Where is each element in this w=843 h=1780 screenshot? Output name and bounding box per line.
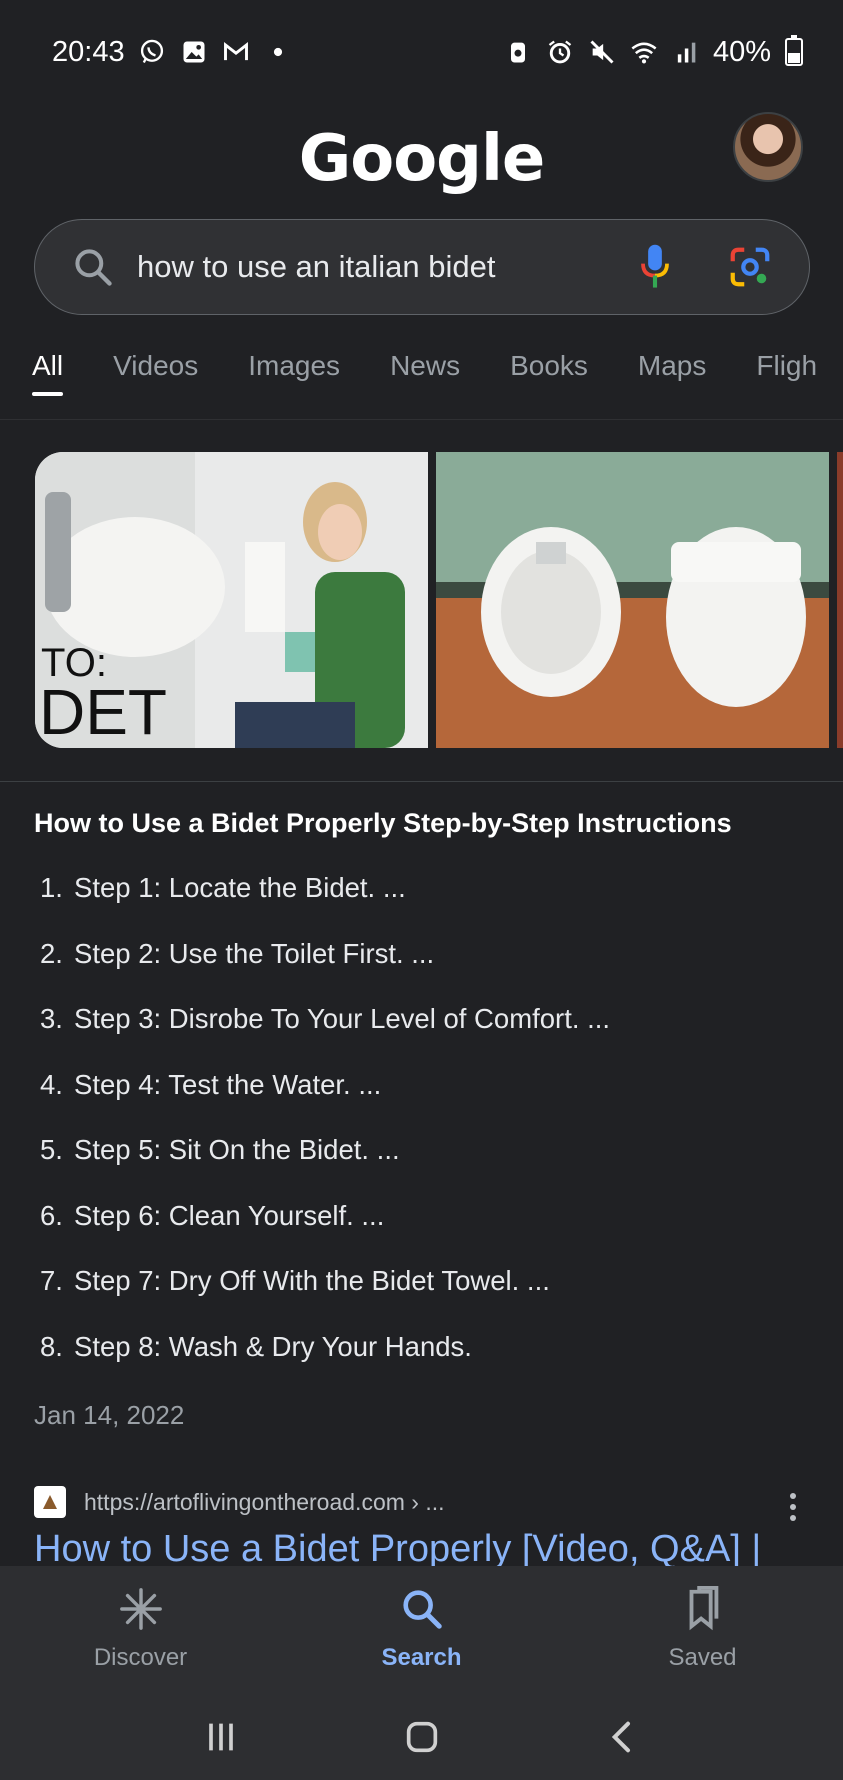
- step-number: 3.: [40, 1003, 63, 1034]
- battery-fill: [788, 53, 800, 63]
- system-navigation: [0, 1694, 843, 1780]
- recents-button[interactable]: [191, 1712, 251, 1762]
- status-left: 20:43: [52, 36, 293, 69]
- step-number: 6.: [40, 1199, 63, 1231]
- back-button[interactable]: [593, 1712, 653, 1762]
- google-logo[interactable]: Google: [0, 122, 843, 196]
- tab-images[interactable]: Images: [248, 350, 340, 402]
- status-right: 40%: [503, 35, 803, 69]
- gallery-icon: [179, 37, 209, 67]
- whatsapp-icon: [137, 37, 167, 67]
- tab-videos[interactable]: Videos: [113, 350, 198, 402]
- list-item: 1. Step 1: Locate the Bidet. ...: [40, 872, 830, 938]
- battery-percent: 40%: [712, 35, 771, 68]
- list-item: 4. Step 4: Test the Water. ...: [40, 1069, 830, 1135]
- header: Google: [0, 104, 843, 214]
- home-icon: [406, 1721, 437, 1753]
- result-image-1[interactable]: TO: DET: [35, 452, 428, 748]
- bookmark-icon: [689, 1586, 718, 1631]
- search-tabs: All Videos Images News Books Maps Fligh: [0, 350, 843, 420]
- step-text: Step 1: Locate the Bidet. ...: [74, 872, 406, 903]
- more-options-icon[interactable]: [781, 1490, 805, 1524]
- step-number: 5.: [40, 1134, 63, 1165]
- bottom-navigation: Discover Search Saved: [0, 1566, 843, 1694]
- list-item: 7. Step 7: Dry Off With the Bidet Towel. …: [40, 1265, 830, 1331]
- microphone-icon[interactable]: [635, 243, 675, 291]
- step-number: 2.: [40, 937, 63, 969]
- list-item: 6. Step 6: Clean Yourself. ...: [40, 1200, 830, 1266]
- signal-icon: [671, 37, 701, 67]
- wifi-icon: [629, 37, 659, 67]
- step-text: Step 8: Wash & Dry Your Hands.: [74, 1330, 472, 1362]
- nav-saved[interactable]: Saved: [603, 1586, 803, 1672]
- result-url[interactable]: https://artoflivingontheroad.com › ...: [84, 1489, 445, 1516]
- search-query[interactable]: how to use an italian bidet: [137, 249, 635, 285]
- snippet-date: Jan 14, 2022: [34, 1400, 185, 1430]
- list-item: 3. Step 3: Disrobe To Your Level of Comfo…: [40, 1003, 830, 1069]
- result-image-3[interactable]: [837, 452, 843, 748]
- recents-icon: [208, 1723, 233, 1751]
- search-icon: [402, 1590, 442, 1629]
- status-bar: 20:43 40%: [0, 0, 843, 104]
- result-image-2[interactable]: [436, 452, 829, 748]
- tab-flights[interactable]: Fligh: [756, 350, 817, 402]
- mute-icon: [587, 37, 617, 67]
- list-item: 2. Step 2: Use the Toilet First. ...: [40, 938, 830, 1004]
- nav-search[interactable]: Search: [322, 1586, 522, 1672]
- alarm-icon: [545, 37, 575, 67]
- tab-books[interactable]: Books: [510, 350, 588, 402]
- nav-search-label: Search: [381, 1644, 462, 1671]
- search-icon[interactable]: [71, 245, 115, 289]
- back-icon: [611, 1721, 630, 1753]
- step-text: Step 7: Dry Off With the Bidet Towel. ..…: [74, 1265, 550, 1296]
- gmail-icon: [221, 37, 251, 67]
- tab-news[interactable]: News: [390, 350, 460, 402]
- step-text: Step 5: Sit On the Bidet. ...: [74, 1134, 400, 1165]
- step-number: 4.: [40, 1068, 63, 1100]
- nav-discover-label: Discover: [93, 1644, 188, 1671]
- profile-avatar[interactable]: [733, 112, 803, 182]
- list-item: 8. Step 8: Wash & Dry Your Hands.: [40, 1331, 830, 1397]
- discover-icon: [119, 1588, 162, 1630]
- snippet-title: How to Use a Bidet Properly Step-by-Step…: [34, 808, 732, 838]
- step-text: Step 2: Use the Toilet First. ...: [74, 937, 435, 969]
- step-text: Step 3: Disrobe To Your Level of Comfort…: [74, 1003, 611, 1034]
- saver-icon: [503, 37, 533, 67]
- result-source[interactable]: https://artoflivingontheroad.com › ...: [34, 1486, 445, 1518]
- result-title-link[interactable]: How to Use a Bidet Properly [Video, Q&A]…: [34, 1528, 834, 1571]
- divider: [0, 781, 843, 782]
- image-carousel: TO: DET: [35, 452, 843, 748]
- step-text: Step 4: Test the Water. ...: [74, 1068, 382, 1100]
- image-caption-det: DET: [39, 676, 167, 748]
- nav-saved-label: Saved: [668, 1644, 737, 1671]
- home-button[interactable]: [392, 1712, 452, 1762]
- search-box[interactable]: how to use an italian bidet: [34, 219, 810, 315]
- snippet-steps: 1. Step 1: Locate the Bidet. ... 2. Step 2…: [40, 872, 830, 1396]
- battery-icon: [785, 35, 803, 66]
- step-number: 7.: [40, 1265, 63, 1296]
- tab-maps[interactable]: Maps: [638, 350, 706, 402]
- step-number: 8.: [40, 1330, 63, 1362]
- step-text: Step 6: Clean Yourself. ...: [74, 1199, 385, 1231]
- google-lens-icon[interactable]: [727, 244, 773, 290]
- dot-icon: [263, 37, 293, 67]
- step-number: 1.: [40, 872, 63, 903]
- site-favicon: [34, 1486, 66, 1518]
- clock: 20:43: [52, 35, 125, 68]
- nav-discover[interactable]: Discover: [41, 1586, 241, 1672]
- tab-all[interactable]: All: [32, 350, 64, 402]
- list-item: 5. Step 5: Sit On the Bidet. ...: [40, 1134, 830, 1200]
